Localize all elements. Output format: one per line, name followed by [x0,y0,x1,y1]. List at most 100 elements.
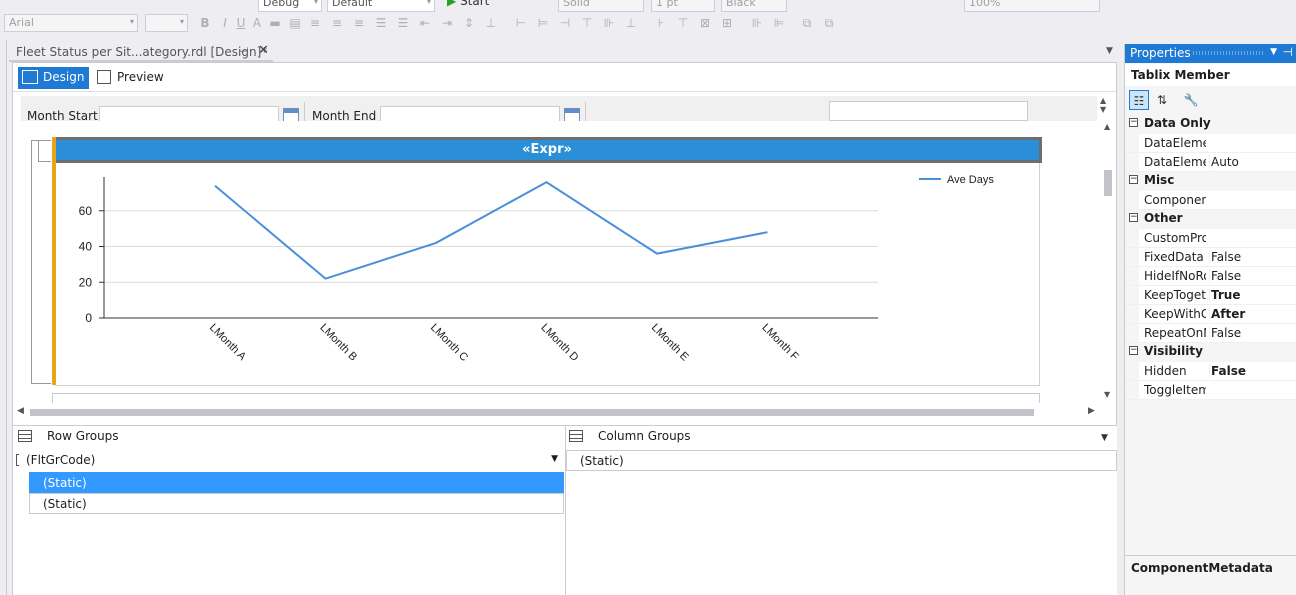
collapse-icon[interactable]: − [1129,175,1138,184]
property-value[interactable]: After [1209,307,1295,321]
solution-platform-dropdown[interactable]: Default ▾ [327,0,435,12]
tablix-header-cell[interactable]: «Expr» [55,137,1042,163]
increase-indent-icon[interactable]: ⇥ [440,16,454,30]
property-row[interactable]: Hidden False [1125,362,1296,381]
calendar-icon[interactable] [564,108,580,121]
calendar-icon[interactable] [283,108,299,121]
line-width-dropdown[interactable]: 1 pt [651,0,715,12]
month-end-input[interactable] [380,106,560,121]
bold-icon[interactable]: B [198,16,212,30]
line-style-dropdown[interactable]: Solid [558,0,644,12]
font-size-dropdown[interactable]: ▾ [145,14,188,32]
params-scroll[interactable]: ▲ ▼ [1100,96,1114,124]
preview-tab[interactable]: Preview [93,67,168,89]
align-center-icon[interactable]: ≡ [330,16,344,30]
property-value[interactable]: False [1209,250,1295,264]
month-start-input[interactable] [99,106,279,121]
tab-list-dropdown-icon[interactable]: ▼ [1106,46,1113,56]
property-category[interactable]: − Misc [1125,172,1296,191]
row-group-menu-icon[interactable]: ▼ [551,454,558,464]
property-value[interactable]: False [1209,269,1295,283]
numbered-list-icon[interactable]: ☰ [374,16,388,30]
selected-object-name[interactable]: Tablix Member [1125,64,1296,86]
pin-window-icon[interactable]: ⊣ [1283,45,1293,59]
bring-to-front-icon[interactable]: ⧉ [800,16,814,30]
document-tab[interactable]: Fleet Status per Sit...ategory.rdl [Desi… [9,43,273,62]
vertical-align-icon[interactable]: ⇕ [462,16,476,30]
hscroll-thumb[interactable] [30,409,1034,416]
design-tab[interactable]: Design [18,67,89,89]
property-category[interactable]: − Data Only [1125,115,1296,134]
align-middles-icon[interactable]: ⊪ [602,16,616,30]
canvas-horizontal-scrollbar[interactable]: ◀ ▶ [14,404,1100,421]
align-icon[interactable]: ⊥ [484,16,498,30]
view-report-area[interactable] [829,101,1028,121]
collapse-icon[interactable]: − [1129,118,1138,127]
align-centers-icon[interactable]: ⊨ [536,16,550,30]
property-category[interactable]: − Other [1125,210,1296,229]
categorized-icon[interactable]: ☷ [1129,90,1149,110]
scroll-right-icon[interactable]: ▶ [1088,406,1095,416]
alphabetical-icon[interactable]: ⇅ [1152,90,1172,110]
vertical-spacing-icon[interactable]: ⊫ [772,16,786,30]
bullet-list-icon[interactable]: ☰ [396,16,410,30]
tablix-next-row[interactable] [52,393,1040,403]
font-name-dropdown[interactable]: Arial ▾ [4,14,138,32]
property-value[interactable]: False [1209,326,1295,340]
collapse-icon[interactable]: − [1129,346,1138,355]
property-row[interactable]: ComponentMetadata [1125,191,1296,210]
same-height-icon[interactable]: ⊤ [676,16,690,30]
align-tops-icon[interactable]: ⊤ [580,16,594,30]
property-value[interactable]: True [1209,288,1295,302]
font-color-icon[interactable]: A [250,16,264,30]
property-row[interactable]: DataElementOutputAuto [1125,153,1296,172]
scroll-up-icon[interactable]: ▲ [1104,122,1110,131]
align-right-icon[interactable]: ≡ [352,16,366,30]
same-size-icon[interactable]: ⊠ [698,16,712,30]
property-pages-icon[interactable]: 🔧 [1181,90,1201,110]
align-rights-icon[interactable]: ⊣ [558,16,572,30]
pin-tab-icon[interactable]: ⊣ [239,45,249,58]
scroll-down-icon[interactable]: ▼ [1104,390,1110,399]
underline-icon[interactable]: U [234,16,248,30]
canvas-vertical-scrollbar[interactable]: ▲ ▼ [1100,122,1116,404]
property-row[interactable]: ToggleItem [1125,381,1296,400]
groups-dropdown-icon[interactable]: ▼ [1101,433,1108,443]
background-color-icon[interactable]: ▬ [268,16,282,30]
color-dropdown[interactable]: Black [721,0,787,12]
property-row[interactable]: RepeatOnNewPageFalse [1125,324,1296,343]
zoom-dropdown[interactable]: 100% [964,0,1100,12]
property-row[interactable]: DataElementName [1125,134,1296,153]
column-group-item[interactable]: (Static) [566,450,1117,471]
property-row[interactable]: FixedData False [1125,248,1296,267]
property-row[interactable]: HideIfNoRowsFalse [1125,267,1296,286]
row-group-item[interactable]: (Static) [29,472,564,493]
property-row[interactable]: KeepWithGroupAfter [1125,305,1296,324]
property-row[interactable]: CustomProperties [1125,229,1296,248]
align-lefts-icon[interactable]: ⊢ [514,16,528,30]
chart-cell[interactable]: 0 20 40 60 LMonth A LMonth B LMonth C LMonth D L… [55,163,1040,386]
row-group-item[interactable]: (Static) [29,493,564,514]
window-position-icon[interactable]: ▼ [1270,47,1277,57]
decrease-indent-icon[interactable]: ⇤ [418,16,432,30]
send-to-back-icon[interactable]: ⧉ [822,16,836,30]
collapse-icon[interactable]: − [1129,213,1138,222]
text-color-icon[interactable]: ▤ [288,16,302,30]
close-tab-icon[interactable]: ✕ [258,43,269,58]
align-bottoms-icon[interactable]: ⊥ [624,16,638,30]
row-handle[interactable] [31,140,51,384]
property-row[interactable]: KeepTogetherTrue [1125,286,1296,305]
property-category[interactable]: − Visibility [1125,343,1296,362]
property-value[interactable]: False [1209,364,1295,378]
line-chart[interactable]: 0 20 40 60 LMonth A LMonth B LMonth C LMonth D L… [56,163,1041,386]
solution-config-dropdown[interactable]: Debug ▾ [258,0,322,12]
row-group-item[interactable]: (FltGrCode) ▼ [15,450,564,471]
row-handle-inner[interactable] [38,140,51,162]
size-to-grid-icon[interactable]: ⊞ [720,16,734,30]
property-value[interactable]: Auto [1209,155,1295,169]
start-button[interactable]: ▶ Start [447,0,489,8]
scroll-left-icon[interactable]: ◀ [17,406,24,416]
horizontal-spacing-icon[interactable]: ⊪ [750,16,764,30]
same-width-icon[interactable]: ⊦ [654,16,668,30]
scroll-thumb[interactable] [1104,170,1112,196]
